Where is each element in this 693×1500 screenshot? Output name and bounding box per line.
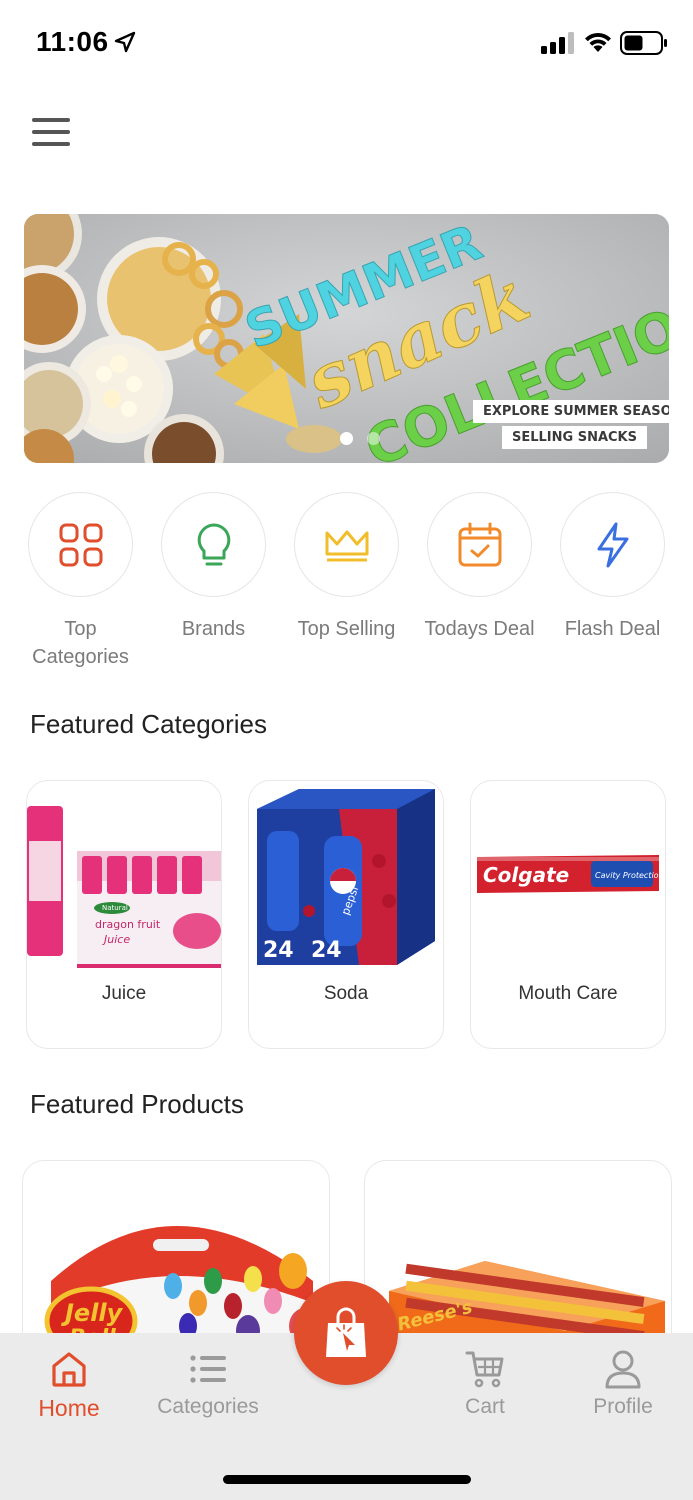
soda-product-image: pepsi 24 24 xyxy=(257,789,435,965)
status-bar: 11:06 xyxy=(0,0,693,88)
signal-icon xyxy=(541,32,574,54)
quick-link-top-categories[interactable]: Top Categories xyxy=(14,492,147,671)
quick-links: Top Categories Brands Top Selling Todays… xyxy=(14,492,680,671)
quick-link-label: Top Categories xyxy=(32,618,129,668)
toothpaste-product-image: Colgate Cavity Protection xyxy=(477,855,664,893)
crown-icon xyxy=(325,530,368,561)
quick-link-label: Flash Deal xyxy=(564,618,661,640)
nav-cart[interactable]: Cart xyxy=(425,1333,545,1419)
carousel-dots[interactable] xyxy=(340,432,380,445)
quick-link-circle[interactable] xyxy=(560,492,665,597)
hamburger-menu-icon[interactable] xyxy=(28,112,76,154)
featured-categories-title: Featured Categories xyxy=(30,709,268,739)
shop-fab-button[interactable] xyxy=(294,1281,398,1385)
category-card-soda[interactable]: pepsi 24 24 Soda xyxy=(248,780,444,1049)
shopping-bag-icon xyxy=(326,1307,366,1357)
category-card-juice[interactable]: Natural dragon fruit Juice Juice xyxy=(26,780,222,1049)
list-icon xyxy=(190,1355,226,1383)
category-label: Soda xyxy=(323,983,369,1004)
lightning-icon xyxy=(597,522,628,567)
svg-text:Jelly: Jelly xyxy=(61,1299,124,1327)
svg-text:24: 24 xyxy=(263,938,294,963)
nav-label-cart: Cart xyxy=(465,1395,505,1418)
svg-text:Cavity Protection: Cavity Protection xyxy=(595,871,664,880)
quick-link-brands[interactable]: Brands xyxy=(147,492,280,671)
grid-icon xyxy=(59,523,102,566)
calendar-check-icon xyxy=(458,522,501,566)
home-icon xyxy=(52,1352,86,1387)
home-indicator[interactable] xyxy=(223,1475,471,1484)
category-card-mouth-care[interactable]: Colgate Cavity Protection Mouth Care xyxy=(470,780,666,1049)
quick-link-circle[interactable] xyxy=(294,492,399,597)
juice-product-image: Natural dragon fruit Juice xyxy=(27,806,221,968)
quick-link-todays-deal[interactable]: Todays Deal xyxy=(413,492,546,671)
quick-link-top-selling[interactable]: Top Selling xyxy=(280,492,413,671)
location-arrow-icon xyxy=(114,31,136,53)
nav-label-home: Home xyxy=(38,1395,100,1421)
wifi-icon xyxy=(585,32,611,52)
quick-link-label: Brands xyxy=(181,618,246,640)
nav-home[interactable]: Home xyxy=(9,1333,129,1422)
banner-cta-line1: EXPLORE SUMMER SEASON ' xyxy=(473,400,669,423)
quick-link-label: Top Selling xyxy=(297,618,396,640)
quick-link-flash-deal[interactable]: Flash Deal xyxy=(546,492,679,671)
banner-cta-line2: SELLING SNACKS xyxy=(501,426,647,449)
nav-categories[interactable]: Categories xyxy=(148,1333,268,1419)
svg-text:dragon fruit: dragon fruit xyxy=(95,918,161,931)
status-time: 11:06 xyxy=(36,26,109,57)
quick-link-circle[interactable] xyxy=(427,492,532,597)
user-icon xyxy=(605,1350,641,1389)
nav-profile[interactable]: Profile xyxy=(563,1333,683,1419)
svg-text:Juice: Juice xyxy=(102,933,130,946)
carousel-dot-1[interactable] xyxy=(340,432,353,445)
svg-text:Colgate: Colgate xyxy=(483,863,569,887)
quick-link-circle[interactable] xyxy=(28,492,133,597)
category-label: Mouth Care xyxy=(518,983,618,1004)
category-label: Juice xyxy=(101,983,147,1004)
featured-categories-list: Natural dragon fruit Juice Juice pepsi 2… xyxy=(26,780,666,1049)
quick-link-circle[interactable] xyxy=(161,492,266,597)
battery-icon xyxy=(620,31,667,55)
svg-text:24: 24 xyxy=(311,938,342,963)
cart-icon xyxy=(465,1351,504,1388)
nav-label-categories: Categories xyxy=(157,1395,259,1418)
quick-link-label: Todays Deal xyxy=(424,618,535,640)
carousel-dot-2[interactable] xyxy=(367,432,380,445)
promo-banner[interactable]: SUMMER snack COLLECTION EXPLORE SUMMER S… xyxy=(24,214,669,463)
lightbulb-icon xyxy=(197,523,230,565)
nav-label-profile: Profile xyxy=(593,1395,653,1418)
featured-products-title: Featured Products xyxy=(30,1089,244,1119)
svg-text:Natural: Natural xyxy=(102,904,128,912)
